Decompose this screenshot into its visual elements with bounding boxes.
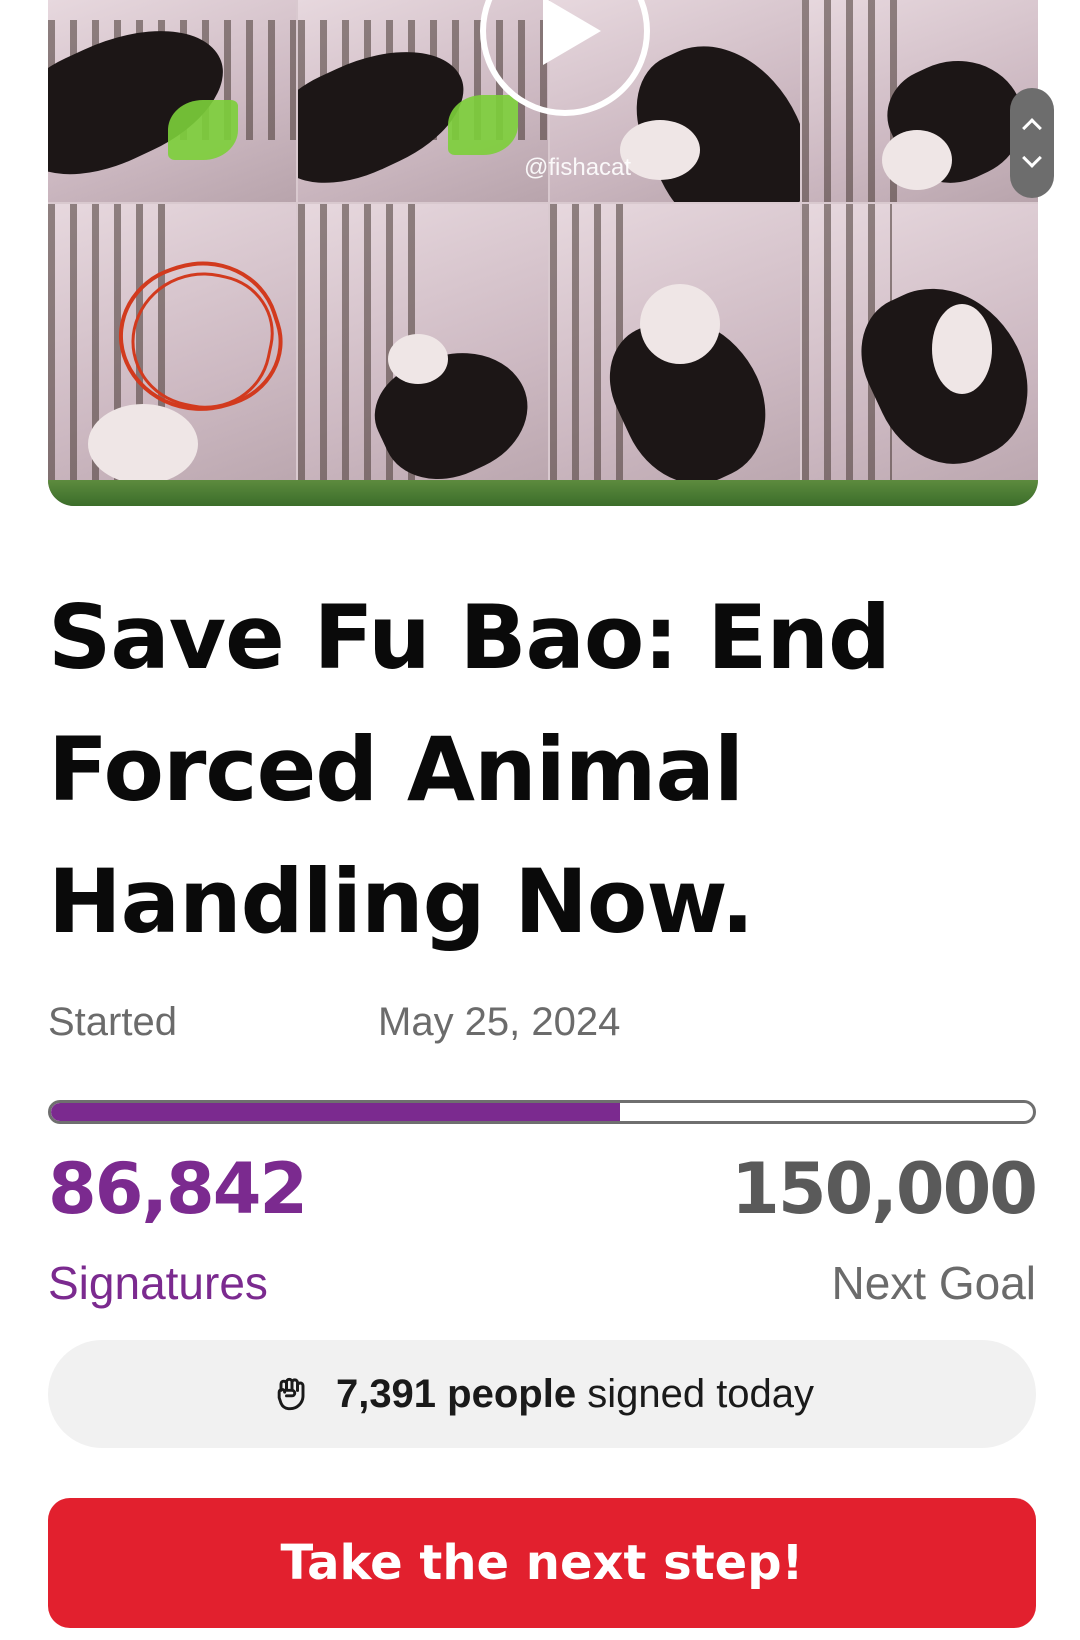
video-watermark: @fishacat [524, 154, 632, 181]
signed-today-banner: 7,391 people signed today [48, 1340, 1036, 1448]
signature-progress-bar [48, 1100, 1036, 1124]
signatures-label: Signatures [48, 1257, 268, 1309]
started-label: Started [48, 1000, 177, 1044]
petition-title: Save Fu Bao: End Forced Animal Handling … [48, 586, 891, 953]
started-date: May 25, 2024 [378, 1000, 621, 1044]
raised-fist-icon [277, 1377, 305, 1411]
take-next-step-button[interactable]: Take the next step! [48, 1498, 1036, 1628]
signed-today-count: 7,391 people [335, 1371, 577, 1416]
scroll-control[interactable] [1010, 88, 1054, 198]
video-frame-tile [48, 0, 296, 202]
video-frame-tile [550, 204, 800, 506]
next-goal-label: Next Goal [831, 1257, 1036, 1309]
goal-count: 150,000 [731, 1148, 1038, 1230]
video-frame-tile [802, 0, 1038, 202]
chevron-down-icon[interactable] [1022, 148, 1042, 168]
signed-today-suffix: signed today [587, 1371, 815, 1416]
petition-video[interactable]: @fishacat [48, 0, 1038, 506]
progress-fill [51, 1103, 620, 1121]
grass-strip [48, 480, 1038, 506]
chevron-up-icon[interactable] [1022, 118, 1042, 138]
signature-count: 86,842 [48, 1148, 308, 1230]
video-frame-tile [298, 204, 548, 506]
video-frame-tile [802, 204, 1038, 506]
